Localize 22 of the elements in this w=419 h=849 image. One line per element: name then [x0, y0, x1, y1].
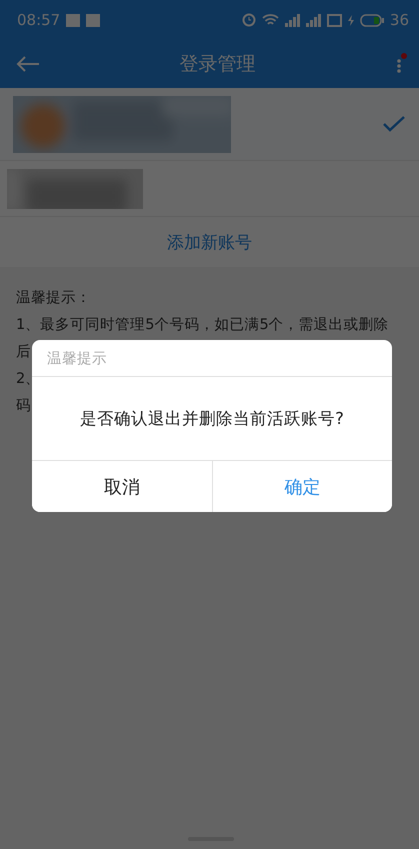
battery-icon [360, 14, 384, 26]
wifi-icon [262, 14, 279, 26]
network-icon [326, 14, 342, 26]
notification-icon [86, 14, 100, 26]
add-account-button[interactable]: 添加新账号 [0, 217, 419, 267]
battery-level: 36 [390, 11, 409, 29]
tip-text: 1、最多可同时管理5个号码，如已满5个，需退出或删除 [16, 316, 389, 335]
signal-icon [306, 14, 321, 26]
dialog-title: 温馨提示 [32, 340, 392, 377]
tip-text: 码 [16, 397, 31, 416]
notification-icon [66, 14, 80, 26]
charging-icon [348, 14, 354, 26]
tips-title: 温馨提示： [16, 289, 91, 308]
back-arrow-icon[interactable] [16, 55, 40, 73]
more-menu-icon[interactable] [395, 53, 407, 75]
signal-icon [284, 14, 300, 26]
confirm-button[interactable]: 确定 [212, 461, 392, 512]
status-time: 08:57 [17, 11, 60, 29]
tip-text: 后 [16, 343, 31, 362]
checkmark-icon [383, 116, 405, 132]
alarm-icon [242, 13, 256, 27]
page-title: 登录管理 [178, 52, 256, 77]
